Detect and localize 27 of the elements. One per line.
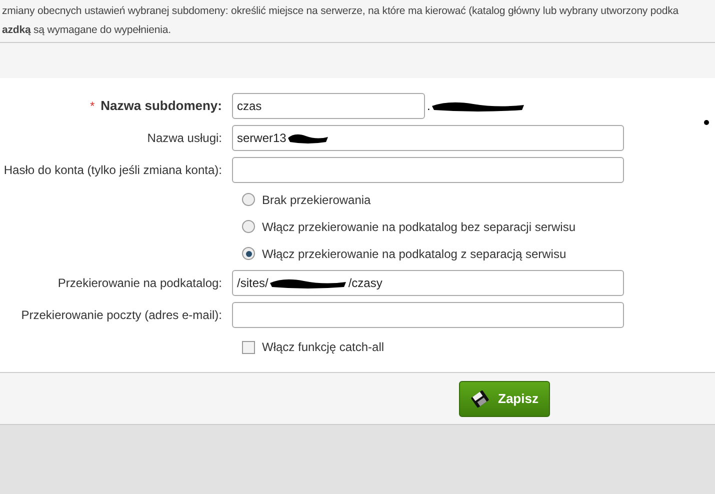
field-label: Przekierowanie na podkatalog: — [58, 276, 222, 290]
radio-label: Włącz przekierowanie na podkatalog bez separacji serwisu — [262, 218, 576, 236]
field-value: /czasy — [348, 275, 382, 292]
required-asterisk: * — [90, 99, 95, 114]
field-label: Nazwa usługi: — [147, 131, 222, 145]
input-field[interactable] — [232, 302, 624, 328]
input-field[interactable]: serwer13 — [232, 125, 624, 151]
field-value: /sites/ — [237, 275, 268, 292]
radio-label: Włącz przekierowanie na podkatalog z separacją serwisu — [262, 246, 566, 262]
field-label: Hasło do konta (tylko jeśli zmiana konta): — [4, 163, 222, 177]
radio-label: Brak przekierowania — [262, 192, 371, 208]
field-label: Przekierowanie poczty (adres e-mail): — [21, 308, 222, 322]
input-field[interactable] — [232, 157, 624, 183]
checkbox-label: Włącz funkcję catch-all — [262, 339, 384, 356]
field-value: serwer13 — [237, 130, 286, 147]
radio-button[interactable] — [242, 220, 255, 233]
save-button[interactable]: Zapisz — [459, 380, 550, 416]
field-value: czas — [237, 98, 262, 115]
domain-suffix: . — [427, 98, 430, 115]
radio-button[interactable] — [242, 193, 255, 206]
input-field[interactable]: czas — [232, 93, 425, 119]
intro-text: zmiany obecnych ustawień wybranej subdomeny: określić miejsce na serwerze, na które ma kierować (katalog główny lub wybrany utworzony podka — [2, 4, 680, 19]
radio-button[interactable] — [242, 247, 255, 260]
field-label: Nazwa subdomeny: — [100, 98, 222, 114]
intro-text: azdką są wymagane do wypełnienia. — [2, 23, 172, 38]
checkbox[interactable] — [242, 340, 255, 354]
input-field[interactable]: /sites/ /czasy — [232, 270, 624, 296]
